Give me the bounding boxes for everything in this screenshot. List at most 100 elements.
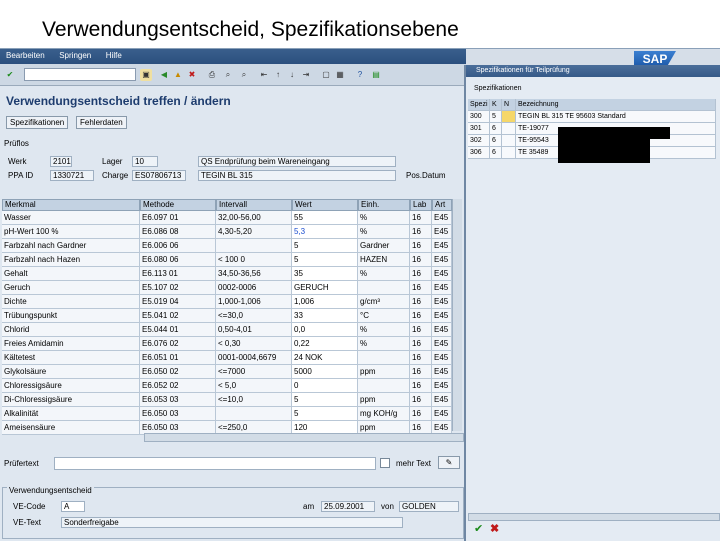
find-next-icon[interactable]: ⌕ bbox=[238, 69, 250, 81]
print-icon[interactable]: ⎙ bbox=[206, 69, 218, 81]
col-header-art[interactable]: Art bbox=[432, 199, 452, 211]
ve-group: Verwendungsentscheid VE-Code A am 25.09.… bbox=[2, 486, 464, 539]
pruefertext-field[interactable] bbox=[54, 457, 376, 470]
table-cell-merkmal: Gehalt bbox=[2, 267, 140, 281]
ve-text-label: VE-Text bbox=[13, 518, 42, 527]
table-cell-wert[interactable]: GERUCH bbox=[292, 281, 358, 295]
first-page-icon[interactable]: ⇤ bbox=[258, 69, 270, 81]
command-field[interactable] bbox=[24, 68, 136, 81]
popup-cell-spezi[interactable]: 301 bbox=[468, 123, 490, 135]
back-icon[interactable]: ◀ bbox=[158, 69, 170, 81]
next-page-icon[interactable]: ↓ bbox=[286, 69, 298, 81]
table-cell-wert[interactable]: 5 bbox=[292, 253, 358, 267]
table-cell-lab: 16 bbox=[410, 281, 432, 295]
layout-icon[interactable]: ▤ bbox=[370, 69, 382, 81]
popup-cell-k[interactable]: 5 bbox=[490, 111, 502, 123]
table-cell-intervall: < 100 0 bbox=[216, 253, 292, 267]
popup-horizontal-scrollbar[interactable] bbox=[468, 513, 720, 521]
table-cell-einheit: ppm bbox=[358, 365, 410, 379]
table-cell-intervall: 1,000-1,006 bbox=[216, 295, 292, 309]
popup-cell-k[interactable]: 6 bbox=[490, 123, 502, 135]
table-cell-merkmal: Freies Amidamin bbox=[2, 337, 140, 351]
popup-col-bezeichnung[interactable]: Bezeichnung bbox=[516, 99, 716, 111]
exit-icon[interactable]: ▲ bbox=[172, 69, 184, 81]
confirm-icon[interactable]: ✔ bbox=[474, 523, 486, 535]
popup-cell-spezi[interactable]: 306 bbox=[468, 147, 490, 159]
charge-field[interactable]: ES07806713 bbox=[132, 170, 186, 181]
popup-cell-k[interactable]: 6 bbox=[490, 135, 502, 147]
prev-page-icon[interactable]: ↑ bbox=[272, 69, 284, 81]
table-cell-intervall: <=10,0 bbox=[216, 393, 292, 407]
table-cell-lab: 16 bbox=[410, 351, 432, 365]
table-horizontal-scrollbar[interactable] bbox=[144, 433, 464, 442]
table-cell-art: E45 bbox=[432, 281, 452, 295]
table-cell-wert[interactable]: 35 bbox=[292, 267, 358, 281]
table-cell-lab: 16 bbox=[410, 393, 432, 407]
popup-col-k[interactable]: K bbox=[490, 99, 502, 111]
save-icon[interactable]: ▣ bbox=[140, 69, 152, 81]
table-cell-wert[interactable]: 24 NOK bbox=[292, 351, 358, 365]
table-vertical-scrollbar[interactable] bbox=[452, 199, 462, 431]
popup-cell-bezeichnung[interactable]: TEGIN BL 315 TE 95603 Standard bbox=[516, 111, 716, 123]
table-cell-methode: E5.041 02 bbox=[140, 309, 216, 323]
table-cell-wert[interactable]: 0 bbox=[292, 379, 358, 393]
am-label: am bbox=[303, 502, 315, 511]
table-cell-wert[interactable]: 55 bbox=[292, 211, 358, 225]
table-cell-wert[interactable]: 5 bbox=[292, 407, 358, 421]
table-cell-art: E45 bbox=[432, 365, 452, 379]
popup-cell-n[interactable] bbox=[502, 123, 516, 135]
cancel-icon[interactable]: ✖ bbox=[186, 69, 198, 81]
lager-field[interactable]: 10 bbox=[132, 156, 158, 167]
specifications-button[interactable]: Spezifikationen bbox=[6, 116, 69, 129]
col-header-wert[interactable]: Wert bbox=[292, 199, 358, 211]
table-cell-wert[interactable]: 5 bbox=[292, 393, 358, 407]
table-cell-merkmal: Farbzahl nach Hazen bbox=[2, 253, 140, 267]
cancel-icon[interactable]: ✖ bbox=[490, 523, 502, 535]
table-cell-wert[interactable]: 5000 bbox=[292, 365, 358, 379]
table-cell-intervall: 34,50-36,56 bbox=[216, 267, 292, 281]
menu-item-edit[interactable]: Bearbeiten bbox=[6, 51, 45, 60]
find-icon[interactable]: ⌕ bbox=[222, 69, 234, 81]
table-cell-wert[interactable]: 5,3 bbox=[292, 225, 358, 239]
popup-cell-n[interactable] bbox=[502, 111, 516, 123]
popup-cell-spezi[interactable]: 302 bbox=[468, 135, 490, 147]
col-header-merkmal[interactable]: Merkmal bbox=[2, 199, 140, 211]
table-cell-wert[interactable]: 33 bbox=[292, 309, 358, 323]
popup-col-spezi[interactable]: Spezi bbox=[468, 99, 490, 111]
table-cell-methode: E6.050 03 bbox=[140, 407, 216, 421]
table-cell-wert[interactable]: 0,0 bbox=[292, 323, 358, 337]
table-cell-merkmal: pH-Wert 100 % bbox=[2, 225, 140, 239]
shortcut-icon[interactable]: ▦ bbox=[334, 69, 346, 81]
table-cell-methode: E5.019 04 bbox=[140, 295, 216, 309]
popup-cell-k[interactable]: 6 bbox=[490, 147, 502, 159]
ppa-field[interactable]: 1330721 bbox=[50, 170, 94, 181]
table-cell-einheit: mg KOH/g bbox=[358, 407, 410, 421]
table-cell-wert[interactable]: 1,006 bbox=[292, 295, 358, 309]
table-cell-art: E45 bbox=[432, 351, 452, 365]
popup-cell-n[interactable] bbox=[502, 135, 516, 147]
werk-field[interactable]: 2101 bbox=[50, 156, 72, 167]
popup-tab[interactable]: Spezifikationen bbox=[474, 85, 521, 92]
table-cell-art: E45 bbox=[432, 239, 452, 253]
last-page-icon[interactable]: ⇥ bbox=[300, 69, 312, 81]
defects-button[interactable]: Fehlerdaten bbox=[76, 116, 127, 129]
table-cell-einheit: HAZEN bbox=[358, 253, 410, 267]
table-cell-wert[interactable]: 5 bbox=[292, 239, 358, 253]
edit-text-button[interactable]: ✎ bbox=[438, 456, 460, 469]
col-header-lab[interactable]: Lab bbox=[410, 199, 432, 211]
popup-cell-spezi[interactable]: 300 bbox=[468, 111, 490, 123]
menu-item-goto[interactable]: Springen bbox=[59, 51, 91, 60]
col-header-methode[interactable]: Methode bbox=[140, 199, 216, 211]
mehr-text-checkbox[interactable] bbox=[380, 458, 390, 468]
new-session-icon[interactable]: ▢ bbox=[320, 69, 332, 81]
help-icon[interactable]: ? bbox=[354, 69, 366, 81]
ppa-label: PPA ID bbox=[8, 171, 34, 180]
menu-item-help[interactable]: Hilfe bbox=[106, 51, 122, 60]
enter-icon[interactable]: ✔ bbox=[4, 69, 16, 81]
popup-cell-n[interactable] bbox=[502, 147, 516, 159]
ve-code-field[interactable]: A bbox=[61, 501, 85, 512]
col-header-einheit[interactable]: Einh. bbox=[358, 199, 410, 211]
col-header-intervall[interactable]: Intervall bbox=[216, 199, 292, 211]
popup-col-n[interactable]: N bbox=[502, 99, 516, 111]
table-cell-wert[interactable]: 0,22 bbox=[292, 337, 358, 351]
